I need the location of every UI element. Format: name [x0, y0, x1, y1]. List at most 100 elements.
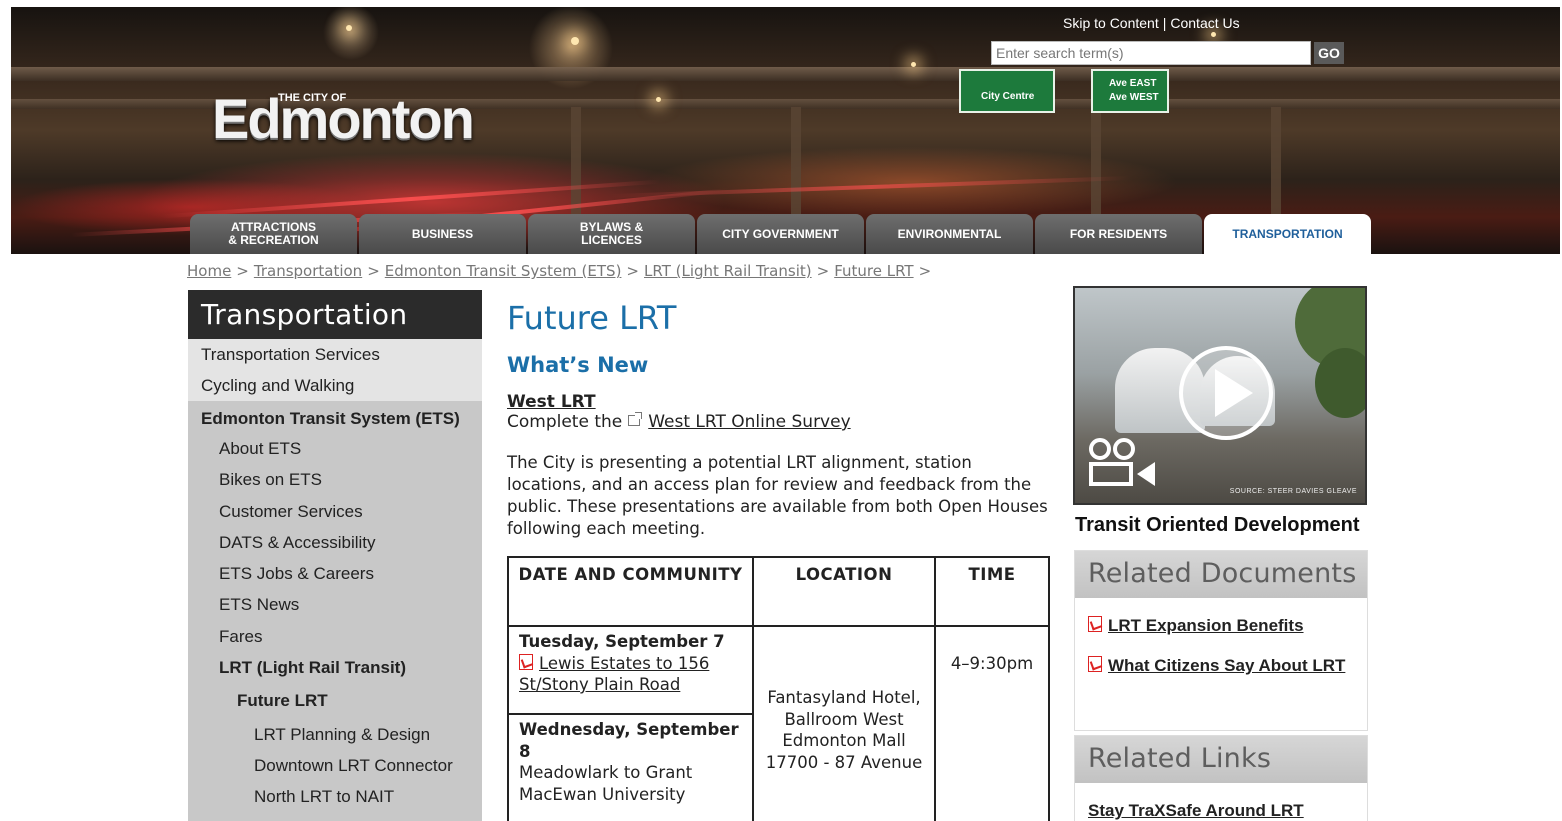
- left-navigation: Transportation Transportation Services C…: [188, 290, 482, 821]
- related-links-list: Stay TraXSafe Around LRT: [1075, 783, 1367, 821]
- tab-transportation[interactable]: TRANSPORTATION: [1204, 214, 1371, 254]
- breadcrumb-ets[interactable]: Edmonton Transit System (ETS): [385, 262, 622, 280]
- related-documents-box: Related Documents LRT Expansion Benefits…: [1074, 550, 1368, 731]
- camera-lens: [1137, 462, 1155, 486]
- breadcrumb-separator: >: [816, 262, 830, 280]
- west-lrt-survey-link[interactable]: West LRT Online Survey: [648, 412, 850, 432]
- nav-transportation-services[interactable]: Transportation Services: [188, 339, 482, 370]
- column-header-date-community: DATE AND COMMUNITY: [507, 556, 754, 627]
- nav-customer-services[interactable]: Customer Services: [188, 496, 482, 527]
- list-item: LRT Expansion Benefits: [1088, 615, 1355, 637]
- pdf-icon: [1088, 616, 1102, 632]
- breadcrumb-separator: >: [367, 262, 380, 280]
- nav-about-ets[interactable]: About ETS: [188, 433, 482, 464]
- tab-environmental[interactable]: ENVIRONMENTAL: [866, 214, 1033, 254]
- related-links-box: Related Links Stay TraXSafe Around LRT: [1074, 735, 1368, 821]
- date-community-cell: Wednesday, September 8 Meadowlark to Gra…: [507, 713, 754, 821]
- banner-pillar: [1091, 107, 1101, 217]
- nav-ets[interactable]: Edmonton Transit System (ETS): [188, 401, 482, 433]
- banner-light: [656, 97, 661, 102]
- breadcrumb: Home > Transportation > Edmonton Transit Sys…: [187, 262, 936, 280]
- video-caption: Transit Oriented Development: [1075, 514, 1360, 536]
- city-logo[interactable]: Edmonton THE CITY OF: [212, 88, 475, 158]
- tab-business[interactable]: BUSINESS: [359, 214, 526, 254]
- tab-attractions-recreation[interactable]: ATTRACTIONS & RECREATION: [190, 214, 357, 254]
- survey-prefix: Complete the: [507, 412, 623, 432]
- location-cell: Fantasyland Hotel, Ballroom West Edmonto…: [752, 625, 936, 821]
- nav-lrt-planning[interactable]: LRT Planning & Design: [188, 717, 482, 748]
- banner-light: [571, 37, 579, 45]
- contact-us-link[interactable]: Contact Us: [1170, 15, 1239, 31]
- skip-to-content-link[interactable]: Skip to Content: [1063, 15, 1159, 31]
- date-community-cell: Tuesday, September 7 Lewis Estates to 15…: [507, 625, 754, 715]
- banner-light-streak: [161, 179, 661, 219]
- page-title: Future LRT: [507, 299, 677, 337]
- nav-north-lrt[interactable]: North LRT to NAIT: [188, 779, 482, 810]
- banner-pillar: [1271, 107, 1281, 217]
- nav-lrt[interactable]: LRT (Light Rail Transit): [188, 652, 482, 684]
- camera-reel: [1113, 438, 1135, 460]
- nav-ets-jobs[interactable]: ETS Jobs & Careers: [188, 558, 482, 589]
- table-header-row: DATE AND COMMUNITY LOCATION TIME: [507, 556, 1050, 627]
- camera-reel: [1089, 438, 1111, 460]
- breadcrumb-home[interactable]: Home: [187, 262, 231, 280]
- banner-light: [346, 25, 352, 31]
- external-link-icon: [628, 412, 643, 426]
- breadcrumb-transportation[interactable]: Transportation: [254, 262, 362, 280]
- tab-for-residents[interactable]: FOR RESIDENTS: [1035, 214, 1202, 254]
- lrt-expansion-benefits-link[interactable]: LRT Expansion Benefits: [1108, 616, 1304, 635]
- banner-pillar: [571, 107, 581, 217]
- nav-bikes-on-ets[interactable]: Bikes on ETS: [188, 464, 482, 495]
- meeting-date: Tuesday, September 7: [519, 632, 725, 651]
- play-icon[interactable]: [1179, 346, 1273, 440]
- banner-light: [1211, 32, 1216, 37]
- highway-sign: Ave EAST Ave WEST: [1091, 69, 1169, 113]
- breadcrumb-separator: >: [236, 262, 249, 280]
- west-lrt-heading: West LRT: [507, 392, 1052, 412]
- lewis-estates-pdf-link[interactable]: Lewis Estates to 156 St/Stony Plain Road: [519, 654, 709, 695]
- meeting-date: Wednesday, September 8: [519, 720, 739, 761]
- column-header-time: TIME: [934, 556, 1050, 627]
- meeting-community: Meadowlark to Grant MacEwan University: [519, 763, 693, 804]
- survey-line: Complete the West LRT Online Survey: [507, 412, 1052, 433]
- breadcrumb-lrt[interactable]: LRT (Light Rail Transit): [644, 262, 812, 280]
- banner-light: [911, 62, 916, 67]
- search-input[interactable]: [991, 41, 1311, 65]
- intro-paragraph: The City is presenting a potential LRT a…: [507, 453, 1048, 538]
- breadcrumb-separator: >: [918, 262, 932, 280]
- west-lrt-heading-text: West LRT: [507, 392, 596, 412]
- time-cell: 4–9:30pm: [934, 625, 1050, 821]
- nav-downtown-lrt[interactable]: Downtown LRT Connector: [188, 748, 482, 779]
- stay-traxsafe-link[interactable]: Stay TraXSafe Around LRT: [1088, 800, 1355, 821]
- highway-sign: City Centre: [959, 69, 1055, 113]
- search-go-button[interactable]: GO: [1314, 42, 1344, 64]
- banner-pillar: [791, 107, 801, 217]
- camera-body: [1089, 462, 1133, 486]
- open-house-schedule-table: DATE AND COMMUNITY LOCATION TIME Tuesday…: [507, 556, 1050, 821]
- banner-bridge: [11, 67, 1560, 81]
- nav-fares[interactable]: Fares: [188, 621, 482, 652]
- nav-dats-accessibility[interactable]: DATS & Accessibility: [188, 527, 482, 558]
- video-thumbnail[interactable]: SOURCE: STEER DAVIES GLEAVE: [1073, 286, 1367, 505]
- main-nav-tabs: ATTRACTIONS & RECREATION BUSINESS BYLAWS…: [190, 214, 1373, 254]
- list-item: What Citizens Say About LRT: [1088, 655, 1355, 677]
- tab-city-government[interactable]: CITY GOVERNMENT: [697, 214, 864, 254]
- tab-bylaws-licences[interactable]: BYLAWS & LICENCES: [528, 214, 695, 254]
- what-citizens-say-link[interactable]: What Citizens Say About LRT: [1108, 656, 1345, 675]
- breadcrumb-future-lrt[interactable]: Future LRT: [834, 262, 913, 280]
- pdf-icon: [519, 653, 533, 670]
- related-links-title: Related Links: [1075, 736, 1367, 783]
- left-nav-title: Transportation: [188, 290, 482, 339]
- related-documents-list: LRT Expansion Benefits What Citizens Say…: [1075, 598, 1367, 677]
- pdf-icon: [1088, 656, 1102, 672]
- nav-future-lrt[interactable]: Future LRT: [188, 684, 482, 717]
- related-documents-title: Related Documents: [1075, 551, 1367, 598]
- banner-light-streak: [611, 175, 1131, 199]
- nav-ets-news[interactable]: ETS News: [188, 589, 482, 620]
- left-nav-top-group: Transportation Services Cycling and Walk…: [188, 339, 482, 401]
- utility-separator: |: [1162, 15, 1167, 31]
- video-tree: [1315, 348, 1365, 418]
- whats-new-heading: What’s New: [507, 353, 649, 377]
- breadcrumb-separator: >: [626, 262, 639, 280]
- nav-cycling-walking[interactable]: Cycling and Walking: [188, 370, 482, 401]
